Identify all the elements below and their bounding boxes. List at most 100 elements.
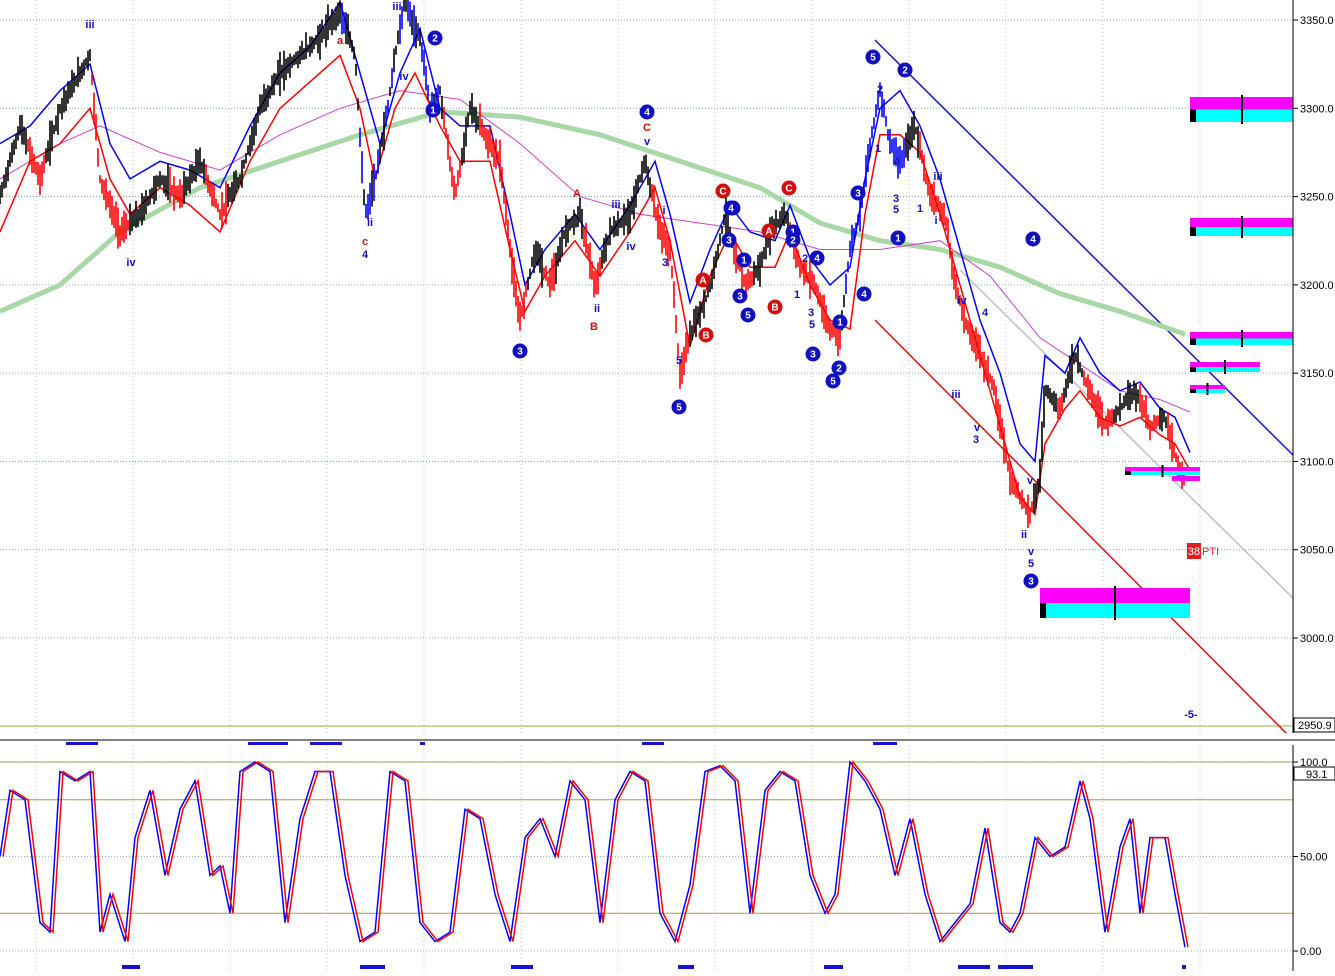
wave-label-blue: ii — [1021, 529, 1027, 541]
signal-marker-bottom — [122, 965, 140, 969]
wave-circle-red-label: C — [785, 184, 792, 195]
signal-marker-bottom — [998, 965, 1033, 969]
wave-label-blue: 1 — [875, 143, 881, 155]
wave-label-blue: 3 — [662, 257, 668, 269]
wave-label-blue: 2 — [877, 84, 883, 96]
wave-circle-blue-label: 5 — [830, 377, 836, 388]
wave-label-blue: iv — [399, 71, 409, 83]
wave-circle-red-label: B — [771, 303, 778, 314]
wave-label-blue: v — [1027, 475, 1034, 487]
price-axis-tick-label: 3050.0 — [1300, 545, 1334, 557]
wave-label-red: A — [573, 188, 581, 200]
wave-circle-blue-label: 4 — [861, 290, 867, 301]
wave-circle-red-label: C — [719, 187, 726, 198]
wave-circle-blue-label: 2 — [790, 236, 796, 247]
signal-marker-bottom — [824, 965, 843, 969]
wave-label-blue: v — [1028, 546, 1035, 558]
wave-label-blue: iii — [951, 389, 960, 401]
wave-label-blue: iv — [957, 295, 967, 307]
elliott-wave-chart: 38PTI-5-1234512345123451234531234ABCABCi… — [0, 0, 1335, 971]
wave-label-red: c — [362, 236, 368, 248]
wave-label-red: a — [337, 35, 344, 47]
wave-label-blue: 5 — [809, 319, 815, 331]
wave-label-blue: 1 — [917, 203, 923, 215]
wave-label-blue: 3 — [808, 307, 814, 319]
wave-circle-blue-label: 2 — [836, 364, 842, 375]
osc-axis-tick-label: 0.00 — [1300, 946, 1321, 958]
oscillator-plot-area — [0, 745, 1293, 971]
target-zone-marker — [1190, 338, 1196, 345]
wave-circle-blue-label: 4 — [728, 204, 734, 215]
target-zone-marker — [1190, 109, 1196, 122]
wave-circle-blue-label: 1 — [430, 106, 436, 117]
target-zone-marker — [1040, 603, 1046, 618]
wave-label-blue: 1 — [794, 289, 800, 301]
wave-circle-blue-label: 3 — [726, 236, 732, 247]
wave-label-blue: iii — [392, 1, 401, 13]
price-axis-tick-label: 3100.0 — [1300, 456, 1334, 468]
price-axis-tick-label: 3200.0 — [1300, 280, 1334, 292]
wave-label-blue: 4 — [894, 156, 901, 168]
wave-label-blue: 2 — [802, 253, 808, 265]
wave-circle-blue-label: 3 — [737, 292, 743, 303]
wave-circle-blue-label: 4 — [814, 254, 820, 265]
oscillator-panel: 100.050.000.0093.1 — [0, 745, 1335, 971]
wave-label-blue: i — [662, 205, 665, 217]
wave-circle-red-label: A — [699, 276, 706, 287]
wave-circle-blue-label: 1 — [741, 256, 747, 267]
wave-label-blue: 4 — [362, 249, 369, 261]
wave-label-blue: v — [974, 422, 981, 434]
osc-axis-tick-label: 50.00 — [1300, 852, 1328, 864]
signal-marker-bottom — [360, 965, 385, 969]
projection-label: -5- — [1184, 709, 1198, 721]
last-price-label: 2950.9 — [1298, 720, 1332, 732]
wave-label-blue: iv — [126, 257, 136, 269]
target-zone-marker — [1190, 389, 1196, 393]
wave-circle-blue-label: 5 — [870, 53, 876, 64]
wave-label-blue: 3 — [973, 434, 979, 446]
target-zone-marker — [1190, 227, 1196, 236]
wave-label-blue: i — [934, 215, 937, 227]
wave-circle-blue-label: 3 — [1028, 577, 1034, 588]
price-axis-tick-label: 3300.0 — [1300, 103, 1334, 115]
price-panel: 38PTI-5-1234512345123451234531234ABCABCi… — [0, 0, 1335, 746]
signal-marker-bottom — [678, 965, 694, 969]
wave-circle-blue-label: 5 — [676, 403, 682, 414]
wave-label-blue: 5 — [676, 355, 682, 367]
wave-label-blue: 5 — [1028, 558, 1034, 570]
wave-circle-blue-label: 4 — [644, 108, 650, 119]
target-zone-marker — [1190, 367, 1196, 372]
current-price-marker — [1172, 476, 1200, 481]
price-axis-tick-label: 3000.0 — [1300, 633, 1334, 645]
wave-circle-blue-label: 1 — [837, 318, 843, 329]
wave-circle-red-label: B — [702, 331, 709, 342]
wave-label-blue: iii — [933, 171, 942, 183]
wave-label-red: B — [590, 321, 598, 333]
wave-circle-blue-label: 3 — [517, 347, 523, 358]
signal-marker-bottom — [958, 965, 990, 969]
osc-last-value-label: 93.1 — [1306, 769, 1327, 781]
pti-label: PTI — [1202, 546, 1219, 558]
wave-label-blue: 5 — [893, 204, 899, 216]
wave-circle-blue-label: 2 — [902, 66, 908, 77]
wave-circle-blue-label: 5 — [745, 311, 751, 322]
wave-circle-blue-label: 3 — [810, 350, 816, 361]
target-zone-marker — [1125, 471, 1131, 475]
wave-label-blue: v — [644, 136, 651, 148]
wave-label-blue: iv — [626, 241, 636, 253]
price-axis-tick-label: 3250.0 — [1300, 192, 1334, 204]
wave-label-blue: 4 — [982, 307, 989, 319]
wave-label-red: C — [643, 122, 651, 134]
wave-circle-blue-label: 4 — [1030, 235, 1036, 246]
signal-marker-bottom — [1182, 965, 1186, 969]
wave-circle-blue-label: 1 — [895, 234, 901, 245]
signal-marker-bottom — [511, 965, 533, 969]
wave-circle-red-label: A — [765, 227, 772, 238]
price-axis-tick-label: 3150.0 — [1300, 368, 1334, 380]
price-axis-tick-label: 3350.0 — [1300, 15, 1334, 27]
wave-circle-blue-label: 3 — [855, 189, 861, 200]
wave-label-blue: ii — [367, 217, 373, 229]
wave-label-blue: ii — [594, 303, 600, 315]
pti-number: 38 — [1188, 546, 1200, 558]
wave-label-blue: iii — [611, 199, 620, 211]
